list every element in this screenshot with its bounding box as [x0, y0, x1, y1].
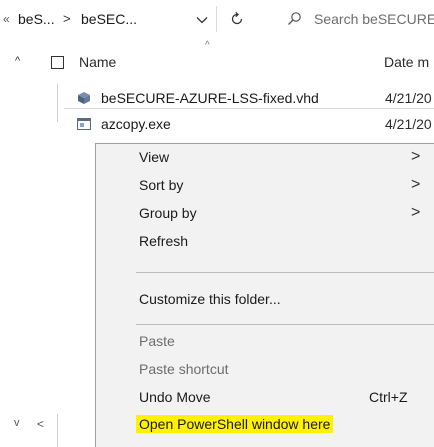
- menu-item-sort-by[interactable]: Sort by >: [139, 176, 420, 201]
- menu-item-label: Paste: [139, 333, 175, 349]
- column-header-name[interactable]: Name: [79, 54, 116, 70]
- file-name: azcopy.exe: [101, 116, 171, 132]
- search-input[interactable]: Search beSECURE: [314, 11, 434, 27]
- submenu-arrow-icon: >: [411, 148, 421, 165]
- menu-item-label: Open PowerShell window here: [136, 415, 334, 433]
- scroll-left-icon[interactable]: <: [37, 417, 44, 431]
- file-name: beSECURE-AZURE-LSS-fixed.vhd: [101, 90, 319, 106]
- menu-item-view[interactable]: View >: [139, 148, 420, 173]
- file-date-modified: 4/21/20: [385, 90, 432, 106]
- menu-item-label: Paste shortcut: [139, 361, 229, 377]
- navigation-pane-edge: [57, 84, 58, 122]
- file-row[interactable]: azcopy.exe 4/21/20: [64, 113, 434, 135]
- menu-item-label: View: [139, 149, 170, 165]
- breadcrumb-separator-icon[interactable]: >: [63, 11, 71, 26]
- menu-item-undo-move[interactable]: Undo Move Ctrl+Z: [139, 389, 408, 413]
- breadcrumb-overflow-button[interactable]: «: [3, 12, 10, 26]
- context-menu: View > Sort by > Group by > Refresh Cust…: [95, 143, 434, 447]
- search-icon: [287, 11, 302, 26]
- menu-item-label: Undo Move: [139, 389, 211, 405]
- file-row[interactable]: beSECURE-AZURE-LSS-fixed.vhd 4/21/20: [64, 87, 434, 109]
- exe-application-icon: [77, 117, 91, 131]
- menu-item-label: Refresh: [139, 233, 189, 249]
- scroll-down-icon[interactable]: v: [14, 417, 20, 429]
- menu-item-refresh[interactable]: Refresh: [139, 233, 188, 257]
- menu-separator: [136, 324, 434, 325]
- menu-item-paste[interactable]: Paste: [139, 333, 175, 357]
- address-divider: [216, 6, 217, 32]
- submenu-arrow-icon: >: [411, 204, 421, 221]
- column-header-date-modified[interactable]: Date m: [384, 54, 429, 70]
- menu-item-paste-shortcut[interactable]: Paste shortcut: [139, 361, 229, 385]
- menu-item-label: Sort by: [139, 177, 184, 193]
- breadcrumb-item-besec[interactable]: beSEC...: [81, 11, 137, 27]
- collapse-button[interactable]: ^: [15, 55, 20, 67]
- address-bar: « beS... > beSEC... Search beSECURE: [0, 0, 434, 40]
- vhd-disk-icon: [77, 91, 91, 105]
- menu-item-customize-folder[interactable]: Customize this folder...: [139, 291, 281, 315]
- menu-separator: [136, 272, 434, 273]
- sort-ascending-icon: ^: [205, 40, 210, 51]
- chevron-down-icon[interactable]: [195, 13, 209, 27]
- menu-item-shortcut: Ctrl+Z: [369, 389, 408, 405]
- menu-item-label: Group by: [139, 205, 197, 221]
- refresh-icon[interactable]: [229, 11, 245, 27]
- submenu-arrow-icon: >: [411, 176, 421, 193]
- navigation-pane-edge: [57, 414, 58, 447]
- breadcrumb-item-bes[interactable]: beS...: [18, 11, 55, 27]
- menu-item-label: Customize this folder...: [139, 291, 281, 307]
- menu-item-open-powershell[interactable]: Open PowerShell window here: [136, 415, 334, 440]
- menu-item-group-by[interactable]: Group by >: [139, 204, 420, 229]
- select-all-checkbox[interactable]: [51, 56, 64, 69]
- file-date-modified: 4/21/20: [385, 116, 432, 132]
